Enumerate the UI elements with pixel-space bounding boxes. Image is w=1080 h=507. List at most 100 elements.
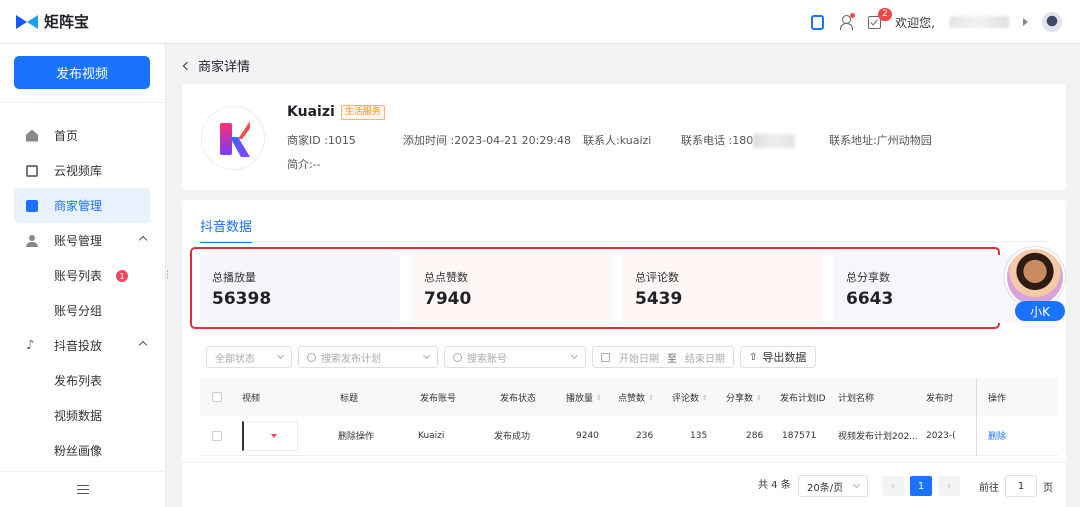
plan-search-select[interactable]: 搜索发布计划 [298, 346, 438, 368]
col-plays[interactable]: 播放量 ⇕ [562, 391, 614, 404]
stat-value: 56398 [212, 289, 272, 309]
drag-handle-icon[interactable]: ⋮ [163, 270, 172, 280]
sidebar-item-douyin[interactable]: ♪ 抖音投放 [14, 328, 150, 363]
cell-likes: 236 [636, 430, 654, 441]
col-comments[interactable]: 评论数 ⇕ [668, 391, 722, 404]
stat-label: 总评论数 [635, 271, 679, 284]
merchant-name-row: Kuaizi 生活服务 [287, 104, 385, 120]
robot-avatar-icon[interactable] [1042, 12, 1062, 32]
sidebar: 发布视频 首页 云视频库 商家管理 账号管理 账号列表 1 账号分组 ♪ 抖音投放 … [0, 44, 166, 507]
merchant-intro: 简介:-- [287, 158, 321, 171]
avatar [1005, 247, 1065, 307]
stat-total-shares: 总分享数 6643 [834, 255, 1034, 323]
sort-icon: ⇕ [596, 394, 602, 402]
assistant-avatar[interactable]: 小K [1005, 247, 1065, 322]
stat-total-comments: 总评论数 5439 [623, 255, 823, 323]
top-bar: 矩阵宝 2 欢迎您, [0, 0, 1080, 44]
logo-icon [16, 13, 38, 31]
sidebar-item-account-list[interactable]: 账号列表 1 [14, 258, 150, 293]
document-icon[interactable] [811, 14, 825, 30]
douyin-data-card: 抖音数据 总播放量 56398 总点赞数 7940 总评论数 5439 总分享数… [182, 200, 1066, 507]
page-size-select[interactable]: 20条/页 [798, 475, 868, 497]
table-row: 删除操作 Kuaizi 发布成功 9240 236 135 286 187571… [200, 416, 1058, 456]
status-placeholder: 全部状态 [215, 353, 255, 365]
task-icon[interactable]: 2 [868, 7, 892, 29]
date-range-picker[interactable]: 开始日期至结束日期 [592, 346, 734, 368]
table-header: 视频 标题 发布账号 发布状态 播放量 ⇕ 点赞数 ⇕ 评论数 ⇕ 分享数 ⇕ 发布计划… [200, 378, 1058, 416]
col-shares[interactable]: 分享数 ⇕ [722, 391, 776, 404]
cell-status: 发布成功 [494, 432, 531, 442]
goto-page: 前往 1 页 [979, 475, 1053, 497]
start-date: 开始日期 [619, 353, 659, 365]
stats-highlight-box: 总播放量 56398 总点赞数 7940 总评论数 5439 总分享数 6643 [190, 247, 1034, 329]
row-checkbox[interactable] [212, 430, 222, 441]
sidebar-item-label: 首页 [54, 129, 79, 143]
sidebar-item-fan-profile[interactable]: 粉丝画像 [14, 433, 150, 468]
merchant-card: Kuaizi 生活服务 商家ID :1015 添加时间 :2023-04-21 … [182, 84, 1066, 190]
sort-icon: ⇕ [702, 394, 708, 402]
sidebar-item-label: 商家管理 [54, 199, 103, 213]
merchant-address: 联系地址:广州动物园 [829, 134, 932, 147]
welcome-text: 欢迎您, [895, 15, 935, 30]
delete-link[interactable]: 删除 [972, 429, 1022, 442]
col-comments-label: 评论数 [672, 393, 700, 404]
app-name: 矩阵宝 [44, 13, 90, 31]
chevron-up-icon [138, 235, 148, 245]
account-search-select[interactable]: 搜索账号 [444, 346, 586, 368]
sidebar-item-label: 账号分组 [54, 304, 103, 318]
sidebar-item-account[interactable]: 账号管理 [14, 223, 150, 258]
prev-page-button[interactable]: ‹ [882, 476, 904, 496]
col-plan-id: 发布计划ID [780, 393, 826, 404]
status-select[interactable]: 全部状态 [206, 346, 292, 368]
sidebar-item-merchant[interactable]: 商家管理 [14, 188, 150, 223]
sidebar-item-label: 抖音投放 [54, 339, 103, 353]
col-plan-name: 计划名称 [838, 393, 875, 404]
cell-time: 2023-( [926, 430, 956, 441]
app-logo[interactable]: 矩阵宝 [16, 11, 89, 32]
export-icon: ⇧ [749, 351, 758, 363]
caret-right-icon[interactable] [1023, 18, 1028, 26]
date-separator: 至 [667, 353, 677, 365]
col-video: 视频 [242, 393, 261, 404]
tab-douyin-data[interactable]: 抖音数据 [200, 216, 253, 243]
user-icon [26, 234, 38, 247]
cloud-library-icon [26, 164, 38, 177]
col-likes[interactable]: 点赞数 ⇕ [614, 391, 668, 404]
export-data-button[interactable]: ⇧ 导出数据 [740, 346, 816, 368]
cell-plan-id: 187571 [782, 430, 817, 441]
select-all-checkbox[interactable] [212, 392, 222, 402]
cell-account: Kuaizi [418, 430, 445, 441]
sidebar-item-account-group[interactable]: 账号分组 [14, 293, 150, 328]
sidebar-item-publish-list[interactable]: 发布列表 [14, 363, 150, 398]
merchant-id: 商家ID :1015 [287, 134, 356, 147]
video-thumbnail[interactable] [242, 420, 298, 451]
next-page-button[interactable]: › [938, 476, 960, 496]
data-table: 视频 标题 发布账号 发布状态 播放量 ⇕ 点赞数 ⇕ 评论数 ⇕ 分享数 ⇕ 发布计划… [200, 378, 1058, 456]
search-icon [453, 352, 462, 362]
stat-label: 总分享数 [846, 271, 890, 284]
sidebar-item-home[interactable]: 首页 [14, 118, 150, 153]
chevron-down-icon [570, 351, 579, 360]
sidebar-item-label: 云视频库 [54, 164, 103, 178]
pagination-total: 共 4 条 [758, 476, 791, 491]
chevron-down-icon [422, 351, 431, 360]
chevron-up-icon [138, 340, 148, 350]
collapse-menu-icon[interactable] [77, 485, 89, 494]
chevron-left-icon: ‹ [882, 476, 904, 496]
user-notify-icon[interactable] [838, 13, 856, 30]
total-count: 共 4 条 [758, 480, 791, 491]
stat-value: 6643 [846, 289, 894, 309]
goto-label: 前往 [979, 482, 999, 494]
cell-shares: 286 [746, 430, 764, 441]
page-1-button[interactable]: 1 [910, 476, 932, 496]
publish-video-button[interactable]: 发布视频 [14, 56, 150, 89]
goto-input[interactable]: 1 [1005, 475, 1037, 497]
sidebar-item-cloud-library[interactable]: 云视频库 [14, 153, 150, 188]
sidebar-item-label: 账号列表 [54, 269, 103, 283]
sidebar-item-video-data[interactable]: 视频数据 [14, 398, 150, 433]
home-icon [26, 129, 38, 142]
breadcrumb[interactable]: 商家详情 [182, 56, 250, 75]
stat-total-likes: 总点赞数 7940 [412, 255, 612, 323]
back-chevron-icon[interactable] [182, 61, 192, 70]
chevron-down-icon [852, 480, 861, 489]
